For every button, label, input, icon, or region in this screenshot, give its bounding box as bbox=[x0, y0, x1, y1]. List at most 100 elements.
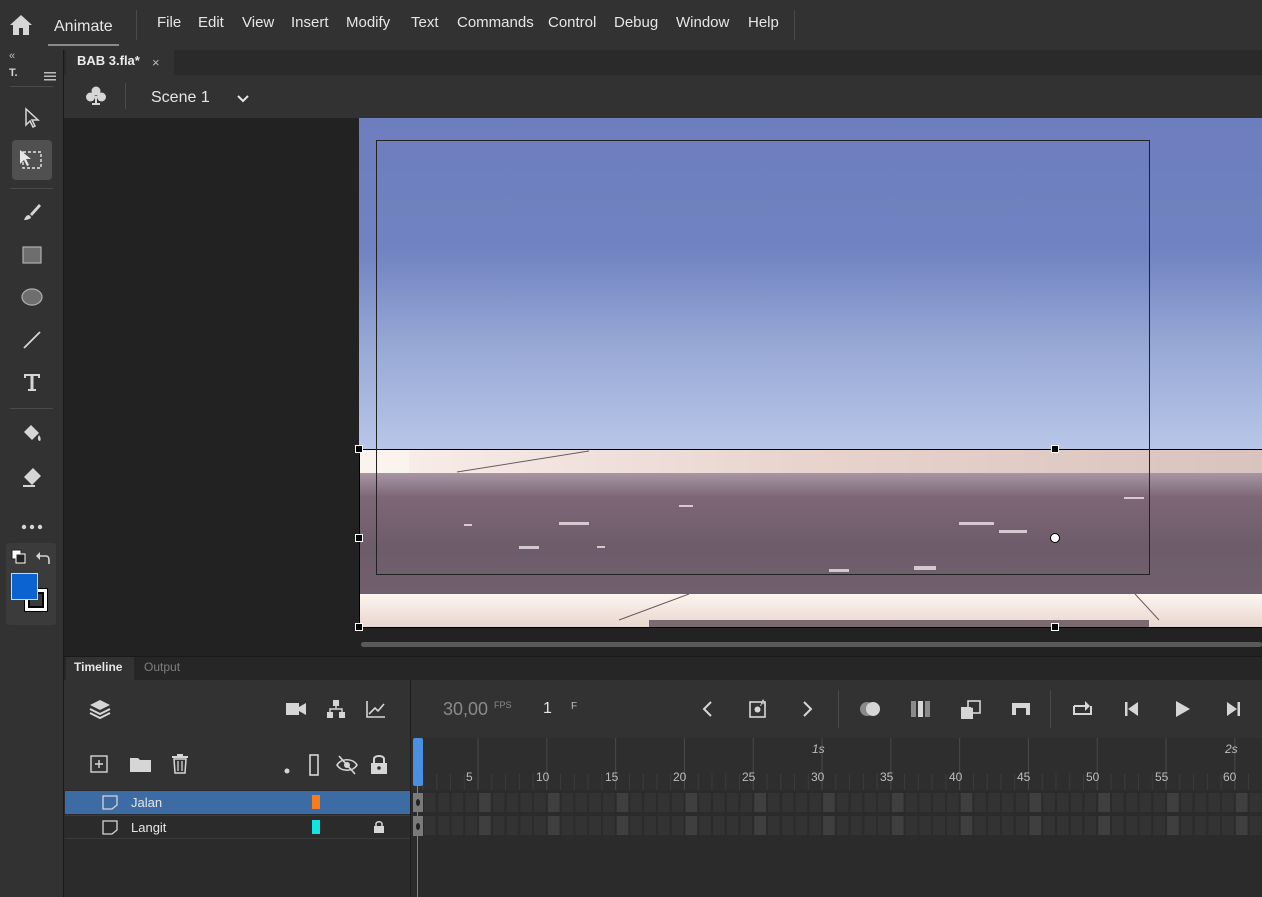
horizontal-scrollbar[interactable] bbox=[361, 642, 1262, 647]
layer-parenting-icon[interactable] bbox=[326, 699, 346, 724]
menu-view[interactable]: View bbox=[242, 14, 274, 31]
ruler-tick-label: 40 bbox=[949, 770, 963, 784]
layer-type-icon bbox=[102, 820, 118, 840]
menu-text[interactable]: Text bbox=[411, 14, 439, 31]
paint-bucket-tool-icon[interactable] bbox=[12, 417, 52, 453]
second-marker: 1s bbox=[812, 742, 825, 756]
menu-help[interactable]: Help bbox=[748, 14, 779, 31]
collapse-panel-button[interactable]: « bbox=[9, 50, 15, 62]
playhead[interactable] bbox=[413, 738, 423, 786]
menu-debug[interactable]: Debug bbox=[614, 14, 658, 31]
fps-unit: FPS bbox=[494, 700, 512, 710]
loop-icon[interactable] bbox=[1071, 698, 1095, 723]
tab-output[interactable]: Output bbox=[144, 660, 180, 674]
reset-colors-icon[interactable] bbox=[35, 550, 51, 571]
menu-commands[interactable]: Commands bbox=[457, 14, 534, 31]
show-hide-all-icon[interactable] bbox=[335, 754, 359, 781]
timeline-tab-bar bbox=[64, 656, 1262, 681]
tab-timeline[interactable]: Timeline bbox=[74, 660, 122, 674]
edit-symbols-icon[interactable] bbox=[85, 85, 107, 112]
menu-modify[interactable]: Modify bbox=[346, 14, 390, 31]
menu-divider bbox=[136, 10, 137, 40]
home-icon[interactable] bbox=[8, 13, 34, 37]
scene-selector[interactable]: Scene 1 bbox=[151, 89, 210, 107]
toolbar-divider bbox=[10, 408, 53, 409]
graph-icon[interactable] bbox=[365, 699, 387, 724]
timeline-controls-divider bbox=[1050, 690, 1051, 728]
insert-keyframe-icon[interactable]: A bbox=[748, 697, 770, 724]
outline-view-icon[interactable] bbox=[308, 754, 320, 781]
transform-handle[interactable] bbox=[1051, 445, 1059, 453]
ruler-tick-label: 30 bbox=[811, 770, 825, 784]
step-forward-icon[interactable] bbox=[1222, 700, 1242, 723]
layers-icon[interactable] bbox=[89, 698, 111, 727]
transform-point[interactable] bbox=[1050, 533, 1060, 543]
menu-window[interactable]: Window bbox=[676, 14, 729, 31]
app-name-underline bbox=[48, 44, 119, 46]
onion-skin-icon[interactable] bbox=[859, 699, 883, 724]
line-tool-icon[interactable] bbox=[12, 322, 52, 358]
layer-name[interactable]: Jalan bbox=[131, 795, 162, 810]
close-tab-icon[interactable]: × bbox=[152, 55, 160, 70]
menu-divider-end bbox=[794, 10, 795, 40]
layer-lock-icon[interactable] bbox=[373, 820, 385, 839]
ruler-tick-label: 50 bbox=[1086, 770, 1100, 784]
fill-color-swatch[interactable] bbox=[11, 573, 38, 600]
menu-control[interactable]: Control bbox=[548, 14, 596, 31]
delete-layer-icon[interactable] bbox=[170, 753, 190, 780]
text-tool-icon[interactable] bbox=[12, 364, 52, 400]
swap-colors-icon[interactable] bbox=[11, 549, 27, 570]
edit-multiple-frames-icon[interactable] bbox=[909, 699, 933, 724]
ruler-tick-label: 45 bbox=[1017, 770, 1031, 784]
oval-tool-icon[interactable] bbox=[12, 279, 52, 315]
layer-color-swatch[interactable] bbox=[312, 820, 320, 834]
more-tools-icon[interactable] bbox=[12, 509, 52, 545]
chevron-down-icon[interactable] bbox=[236, 91, 250, 109]
highlight-layers-icon[interactable] bbox=[283, 762, 291, 780]
camera-icon[interactable] bbox=[285, 700, 307, 723]
rectangle-tool-icon[interactable] bbox=[12, 237, 52, 273]
document-tab-bar bbox=[64, 50, 1262, 75]
tools-panel-label: T. bbox=[9, 67, 18, 79]
step-back-icon[interactable] bbox=[1123, 700, 1143, 723]
insert-blank-keyframe-icon[interactable] bbox=[1010, 700, 1032, 723]
current-frame[interactable]: 1 bbox=[543, 700, 552, 718]
keyframe-cell[interactable] bbox=[413, 816, 423, 836]
transform-handle[interactable] bbox=[355, 623, 363, 631]
document-tab-label: BAB 3.fla* bbox=[77, 53, 140, 68]
selection-edge-bottom bbox=[359, 627, 1262, 628]
toolbar-divider bbox=[10, 188, 53, 189]
new-layer-icon[interactable] bbox=[89, 754, 109, 779]
brush-tool-icon[interactable] bbox=[12, 194, 52, 230]
layer-row-jalan[interactable]: Jalan bbox=[65, 791, 410, 814]
ruler-tick-label: 25 bbox=[742, 770, 756, 784]
ruler-tick-label: 55 bbox=[1155, 770, 1169, 784]
selection-tool-icon[interactable] bbox=[12, 100, 52, 136]
play-icon[interactable] bbox=[1173, 700, 1191, 723]
transform-handle[interactable] bbox=[355, 445, 363, 453]
transform-handle[interactable] bbox=[355, 534, 363, 542]
panel-menu-icon[interactable] bbox=[44, 68, 56, 86]
eraser-tool-icon[interactable] bbox=[12, 459, 52, 495]
timeline-controls-divider bbox=[838, 690, 839, 728]
keyframe-cell[interactable] bbox=[413, 793, 423, 812]
ruler-tick-label: 20 bbox=[673, 770, 687, 784]
create-tween-icon[interactable] bbox=[959, 699, 983, 726]
previous-keyframe-icon[interactable] bbox=[700, 700, 714, 723]
next-keyframe-icon[interactable] bbox=[801, 700, 815, 723]
transform-handle[interactable] bbox=[1051, 623, 1059, 631]
layer-color-swatch[interactable] bbox=[312, 795, 320, 809]
layer-name[interactable]: Langit bbox=[131, 820, 166, 835]
new-folder-icon[interactable] bbox=[129, 754, 153, 779]
menu-file[interactable]: File bbox=[157, 14, 181, 31]
lock-all-icon[interactable] bbox=[370, 753, 388, 780]
second-marker: 2s bbox=[1225, 742, 1238, 756]
ruler-tick-label: 10 bbox=[536, 770, 550, 784]
fps-value[interactable]: 30,00 bbox=[443, 699, 488, 720]
menu-insert[interactable]: Insert bbox=[291, 14, 329, 31]
ruler-tick-label: 15 bbox=[605, 770, 619, 784]
free-transform-tool-icon[interactable] bbox=[12, 140, 52, 180]
layer-row-langit[interactable]: Langit bbox=[65, 815, 410, 839]
menu-edit[interactable]: Edit bbox=[198, 14, 224, 31]
app-name[interactable]: Animate bbox=[54, 18, 113, 36]
